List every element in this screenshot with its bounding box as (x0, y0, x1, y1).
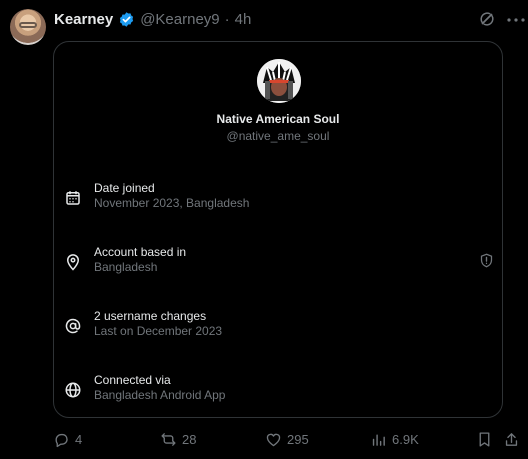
heart-icon (266, 433, 281, 446)
share-icon (505, 432, 517, 446)
post-header: Kearney @Kearney9 · 4h (54, 9, 251, 29)
author-handle[interactable]: @Kearney9 (140, 11, 219, 28)
post-actions-bar: 4 28 295 6.9K (0, 429, 528, 449)
more-options-icon[interactable] (507, 18, 525, 22)
globe-icon (65, 382, 81, 398)
bookmark-button[interactable] (474, 429, 494, 449)
card-handle: @native_ame_soul (226, 129, 330, 143)
info-title: Account based in (94, 245, 187, 259)
info-title: Date joined (94, 181, 155, 195)
like-button[interactable]: 295 (265, 429, 309, 449)
shield-info-icon[interactable] (479, 253, 494, 268)
verified-badge-icon (120, 11, 134, 27)
headdress-portrait-icon (257, 59, 301, 103)
reply-icon (55, 433, 68, 447)
share-button[interactable] (501, 429, 521, 449)
info-subtitle: Bangladesh (94, 260, 158, 274)
bookmark-icon (479, 431, 489, 447)
location-pin-icon (66, 254, 80, 271)
post-time[interactable]: 4h (235, 11, 252, 28)
repost-icon (161, 432, 176, 446)
info-subtitle: Last on December 2023 (94, 324, 223, 338)
account-info-card: Native American Soul @native_ame_soul Da… (53, 41, 503, 418)
view-count: 6.9K (392, 431, 419, 447)
grok-icon[interactable] (478, 10, 496, 28)
separator-dot: · (224, 10, 230, 28)
info-title: 2 username changes (94, 309, 207, 323)
date-joined-row: Date joined November 2023, Bangladesh (64, 181, 494, 215)
author-name[interactable]: Kearney (54, 11, 113, 28)
profile-avatar[interactable] (10, 9, 46, 45)
card-display-name: Native American Soul (216, 112, 340, 126)
views-chart-icon (372, 434, 385, 446)
views-button[interactable]: 6.9K (370, 429, 419, 449)
like-count: 295 (287, 431, 309, 447)
calendar-icon (66, 191, 80, 205)
info-title: Connected via (94, 373, 171, 387)
info-subtitle: Bangladesh Android App (94, 388, 226, 402)
account-location-row: Account based in Bangladesh (64, 245, 494, 279)
username-changes-row: 2 username changes Last on December 2023 (64, 309, 494, 343)
at-sign-icon (65, 318, 81, 334)
repost-button[interactable]: 28 (160, 429, 196, 449)
repost-count: 28 (182, 431, 197, 447)
connected-via-row: Connected via Bangladesh Android App (64, 373, 494, 407)
reply-count: 4 (75, 431, 83, 447)
info-subtitle: November 2023, Bangladesh (94, 196, 250, 210)
card-avatar (257, 59, 301, 103)
reply-button[interactable]: 4 (53, 429, 82, 449)
